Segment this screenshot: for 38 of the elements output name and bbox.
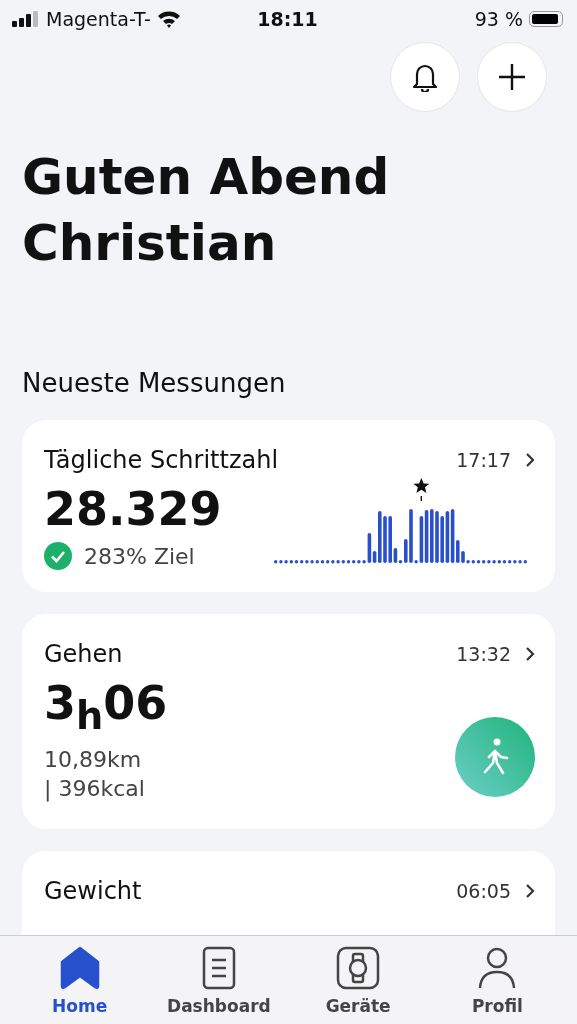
walking-person-icon xyxy=(455,717,535,798)
card-time: 13:32 xyxy=(456,643,511,665)
card-title: Gehen xyxy=(44,640,124,668)
duration-value: 3$_{h}$06 xyxy=(44,675,168,741)
person-icon xyxy=(477,946,518,990)
step-count: 28.329 xyxy=(44,481,222,538)
tab-item[interactable]: Geräte xyxy=(298,936,419,1024)
detail-text: | 396kcal xyxy=(44,775,146,804)
measurement-card[interactable]: Gehen 13:32 3$_{h}$06 10,89km | 396kcal xyxy=(22,614,555,830)
carrier-name: Magenta-T- xyxy=(46,8,151,30)
tab-item[interactable]: Home xyxy=(19,936,140,1024)
chevron-icon xyxy=(525,452,535,468)
greeting-text: Christian xyxy=(22,213,277,274)
tab-item[interactable]: Dashboard xyxy=(158,936,279,1024)
home-icon xyxy=(59,946,100,990)
signal-icon xyxy=(12,11,40,27)
plus-icon xyxy=(497,62,527,92)
chevron-icon xyxy=(525,646,535,662)
section-title: Neueste Messungen xyxy=(22,368,287,398)
measurement-card[interactable]: Gewicht 06:05 xyxy=(22,851,555,935)
detail-text: 10,89km xyxy=(44,746,143,775)
chevron-icon xyxy=(525,883,535,900)
wifi-icon xyxy=(156,10,181,28)
measurement-card[interactable]: Tägliche Schrittzahl 17:17 28.329 283% Ziel xyxy=(22,420,555,592)
greeting-text: Guten Abend xyxy=(22,147,390,208)
goal-text: 283% Ziel xyxy=(84,543,195,569)
card-time: 06:05 xyxy=(456,880,511,903)
card-title: Gewicht xyxy=(44,877,143,906)
star-icon xyxy=(413,478,430,493)
status-time: 18:11 xyxy=(257,8,318,30)
watch-icon xyxy=(336,946,381,990)
marker-line xyxy=(420,496,422,501)
card-title: Tägliche Schrittzahl xyxy=(44,446,280,474)
tab-item[interactable]: Profil xyxy=(437,936,558,1024)
bell-icon xyxy=(412,62,438,92)
battery-percent: 93 % xyxy=(474,8,523,30)
card-time: 17:17 xyxy=(456,449,511,471)
battery-icon xyxy=(529,11,563,27)
